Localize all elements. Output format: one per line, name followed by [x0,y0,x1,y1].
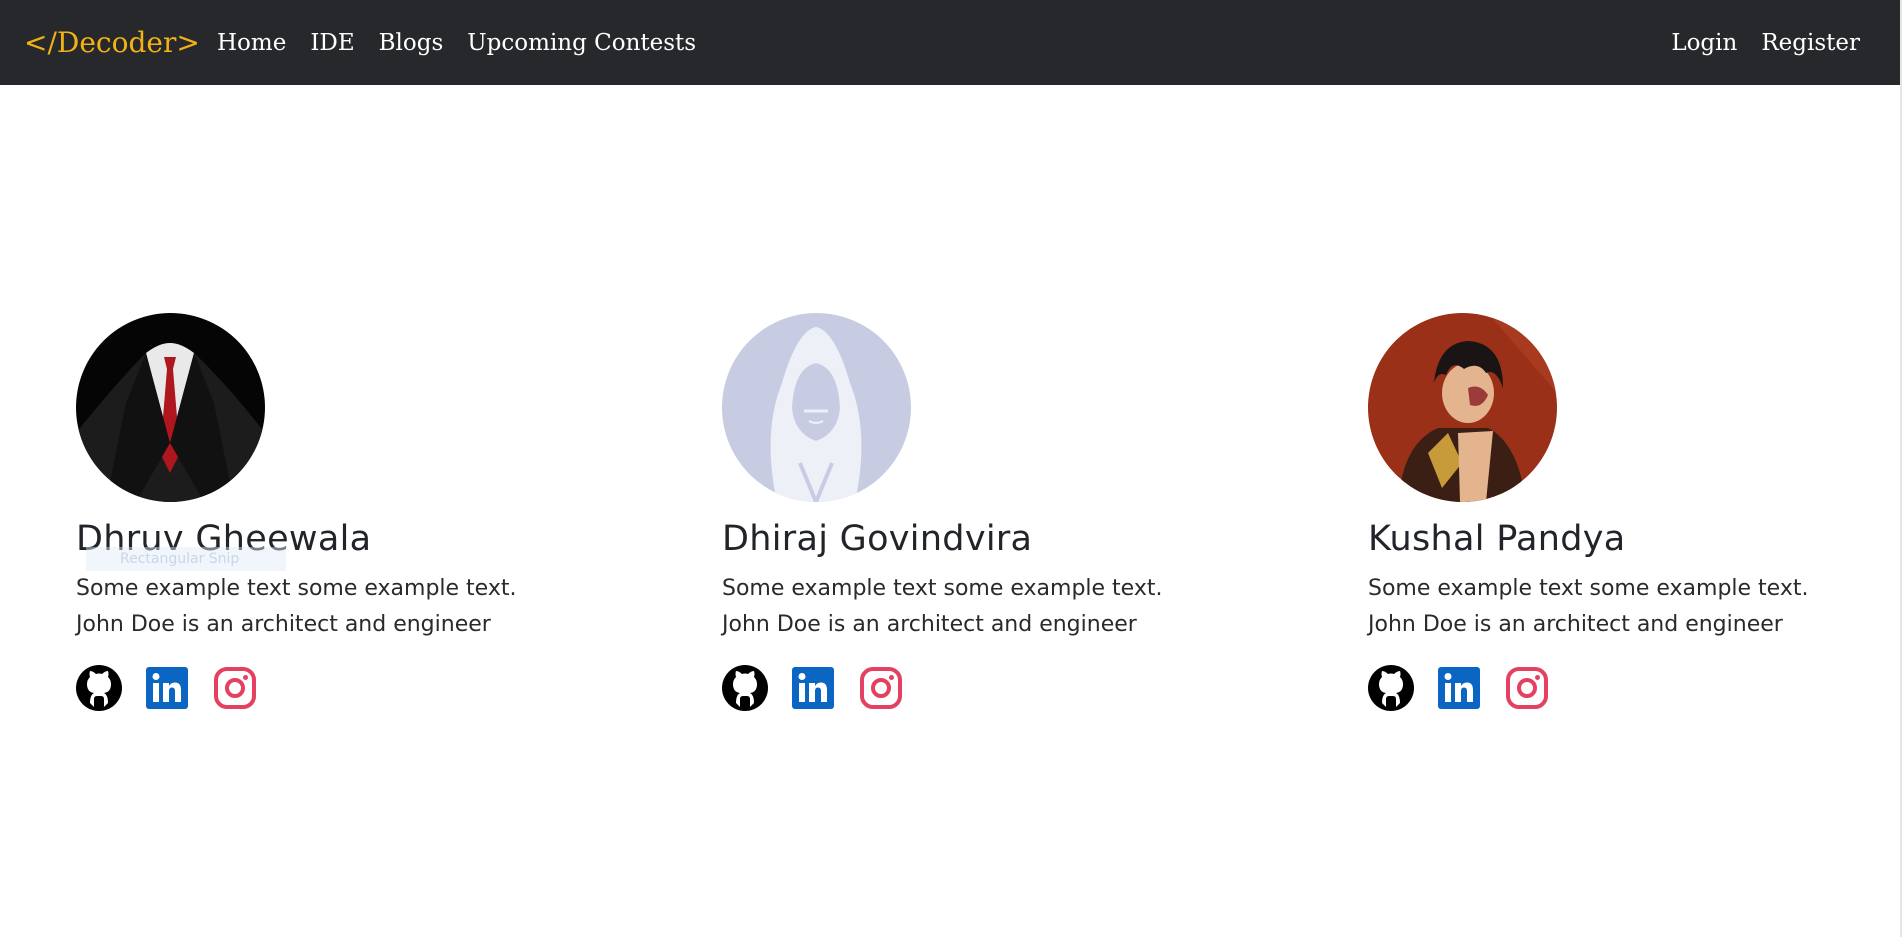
snip-tooltip-overlay: Rectangular Snip [86,547,286,571]
member-text-line: Some example text some example text. [76,576,517,601]
github-icon[interactable] [1368,665,1414,711]
team-card: Kushal Pandya Some example text some exa… [1368,313,1902,711]
linkedin-icon[interactable] [144,665,190,711]
nav-link-home[interactable]: Home [217,26,286,60]
github-icon[interactable] [76,665,122,711]
member-role-line: John Doe is an architect and engineer [722,612,1137,637]
nav-link-ide[interactable]: IDE [310,26,354,60]
social-links [76,665,636,711]
member-role-line: John Doe is an architect and engineer [76,612,491,637]
linkedin-icon[interactable] [1436,665,1482,711]
register-link[interactable]: Register [1761,26,1860,60]
team-card: Dhiraj Govindvira Some example text some… [722,313,1282,711]
member-description: Some example text some example text. Joh… [722,571,1282,643]
auth-links: Login Register [1671,26,1860,60]
member-name: Kushal Pandya [1368,519,1626,559]
avatar [1368,313,1557,502]
member-name: Dhiraj Govindvira [722,519,1033,559]
github-icon[interactable] [722,665,768,711]
login-link[interactable]: Login [1671,26,1737,60]
social-links [1368,665,1902,711]
linkedin-icon[interactable] [790,665,836,711]
instagram-icon[interactable] [858,665,904,711]
team-card: Dhruv Gheewala Some example text some ex… [76,313,636,711]
member-text-line: Some example text some example text. [722,576,1163,601]
member-description: Some example text some example text. Joh… [1368,571,1902,643]
avatar [722,313,911,502]
social-links [722,665,1282,711]
nav-links: Home IDE Blogs Upcoming Contests [217,26,696,60]
nav-link-blogs[interactable]: Blogs [379,26,444,60]
instagram-icon[interactable] [1504,665,1550,711]
avatar [76,313,265,502]
brand-logo[interactable]: </Decoder> [24,24,200,62]
navbar: </Decoder> Home IDE Blogs Upcoming Conte… [0,0,1900,85]
member-role-line: John Doe is an architect and engineer [1368,612,1783,637]
member-description: Some example text some example text. Joh… [76,571,636,643]
nav-link-upcoming-contests[interactable]: Upcoming Contests [467,26,696,60]
instagram-icon[interactable] [212,665,258,711]
member-text-line: Some example text some example text. [1368,576,1809,601]
